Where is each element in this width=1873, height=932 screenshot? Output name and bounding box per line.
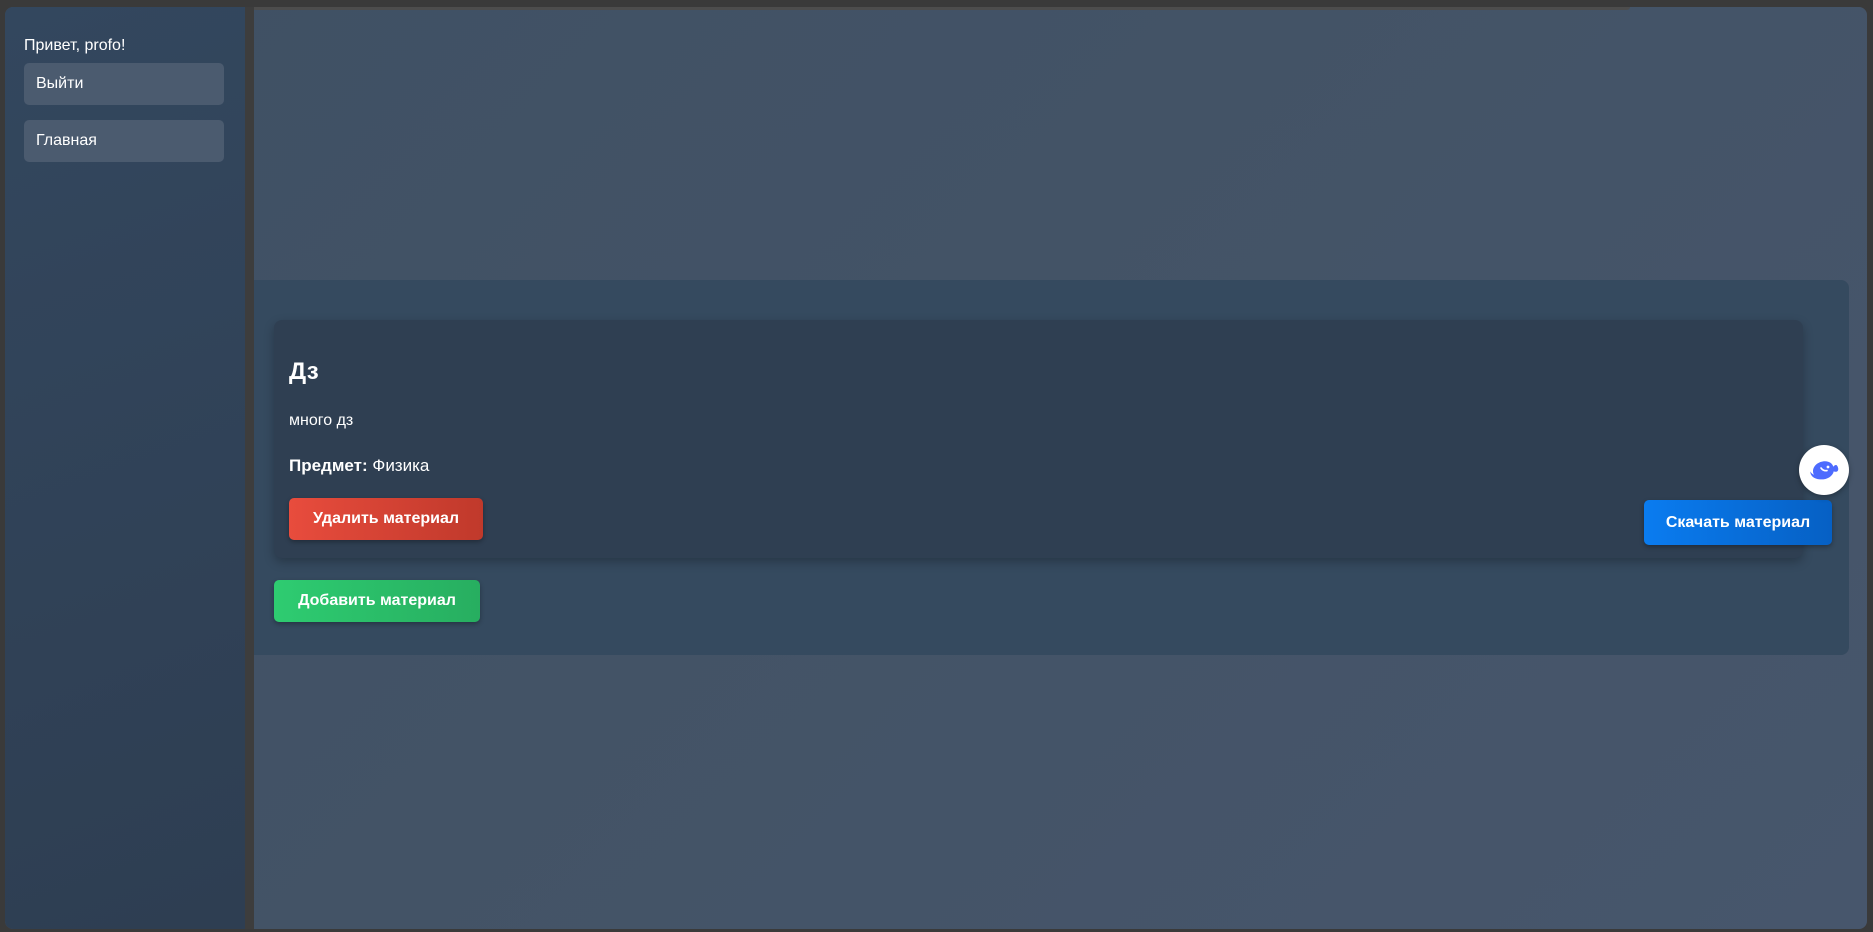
- materials-panel: Дз много дз Предмет: Физика Удалить мате…: [254, 280, 1849, 655]
- whale-assistant-icon[interactable]: [1799, 445, 1849, 495]
- subject-value: Физика: [372, 456, 430, 475]
- sidebar: Привет, profo! Выйти Главная: [5, 7, 245, 929]
- greeting-text: Привет, profo!: [24, 37, 126, 54]
- material-card: Дз много дз Предмет: Физика Удалить мате…: [274, 320, 1832, 558]
- sidebar-divider: [245, 7, 254, 929]
- add-material-button[interactable]: Добавить материал: [274, 580, 480, 622]
- material-title: Дз: [289, 358, 319, 385]
- app-window: Привет, profo! Выйти Главная Дз много дз…: [5, 7, 1867, 929]
- material-subject: Предмет: Физика: [289, 456, 429, 476]
- logout-button[interactable]: Выйти: [24, 63, 224, 105]
- download-material-button[interactable]: Скачать материал: [1644, 500, 1832, 545]
- sidebar-item-home[interactable]: Главная: [24, 120, 224, 162]
- subject-label: Предмет:: [289, 456, 368, 475]
- material-description: много дз: [289, 412, 354, 429]
- delete-material-button[interactable]: Удалить материал: [289, 498, 483, 540]
- window-top-edge: [190, 7, 1630, 10]
